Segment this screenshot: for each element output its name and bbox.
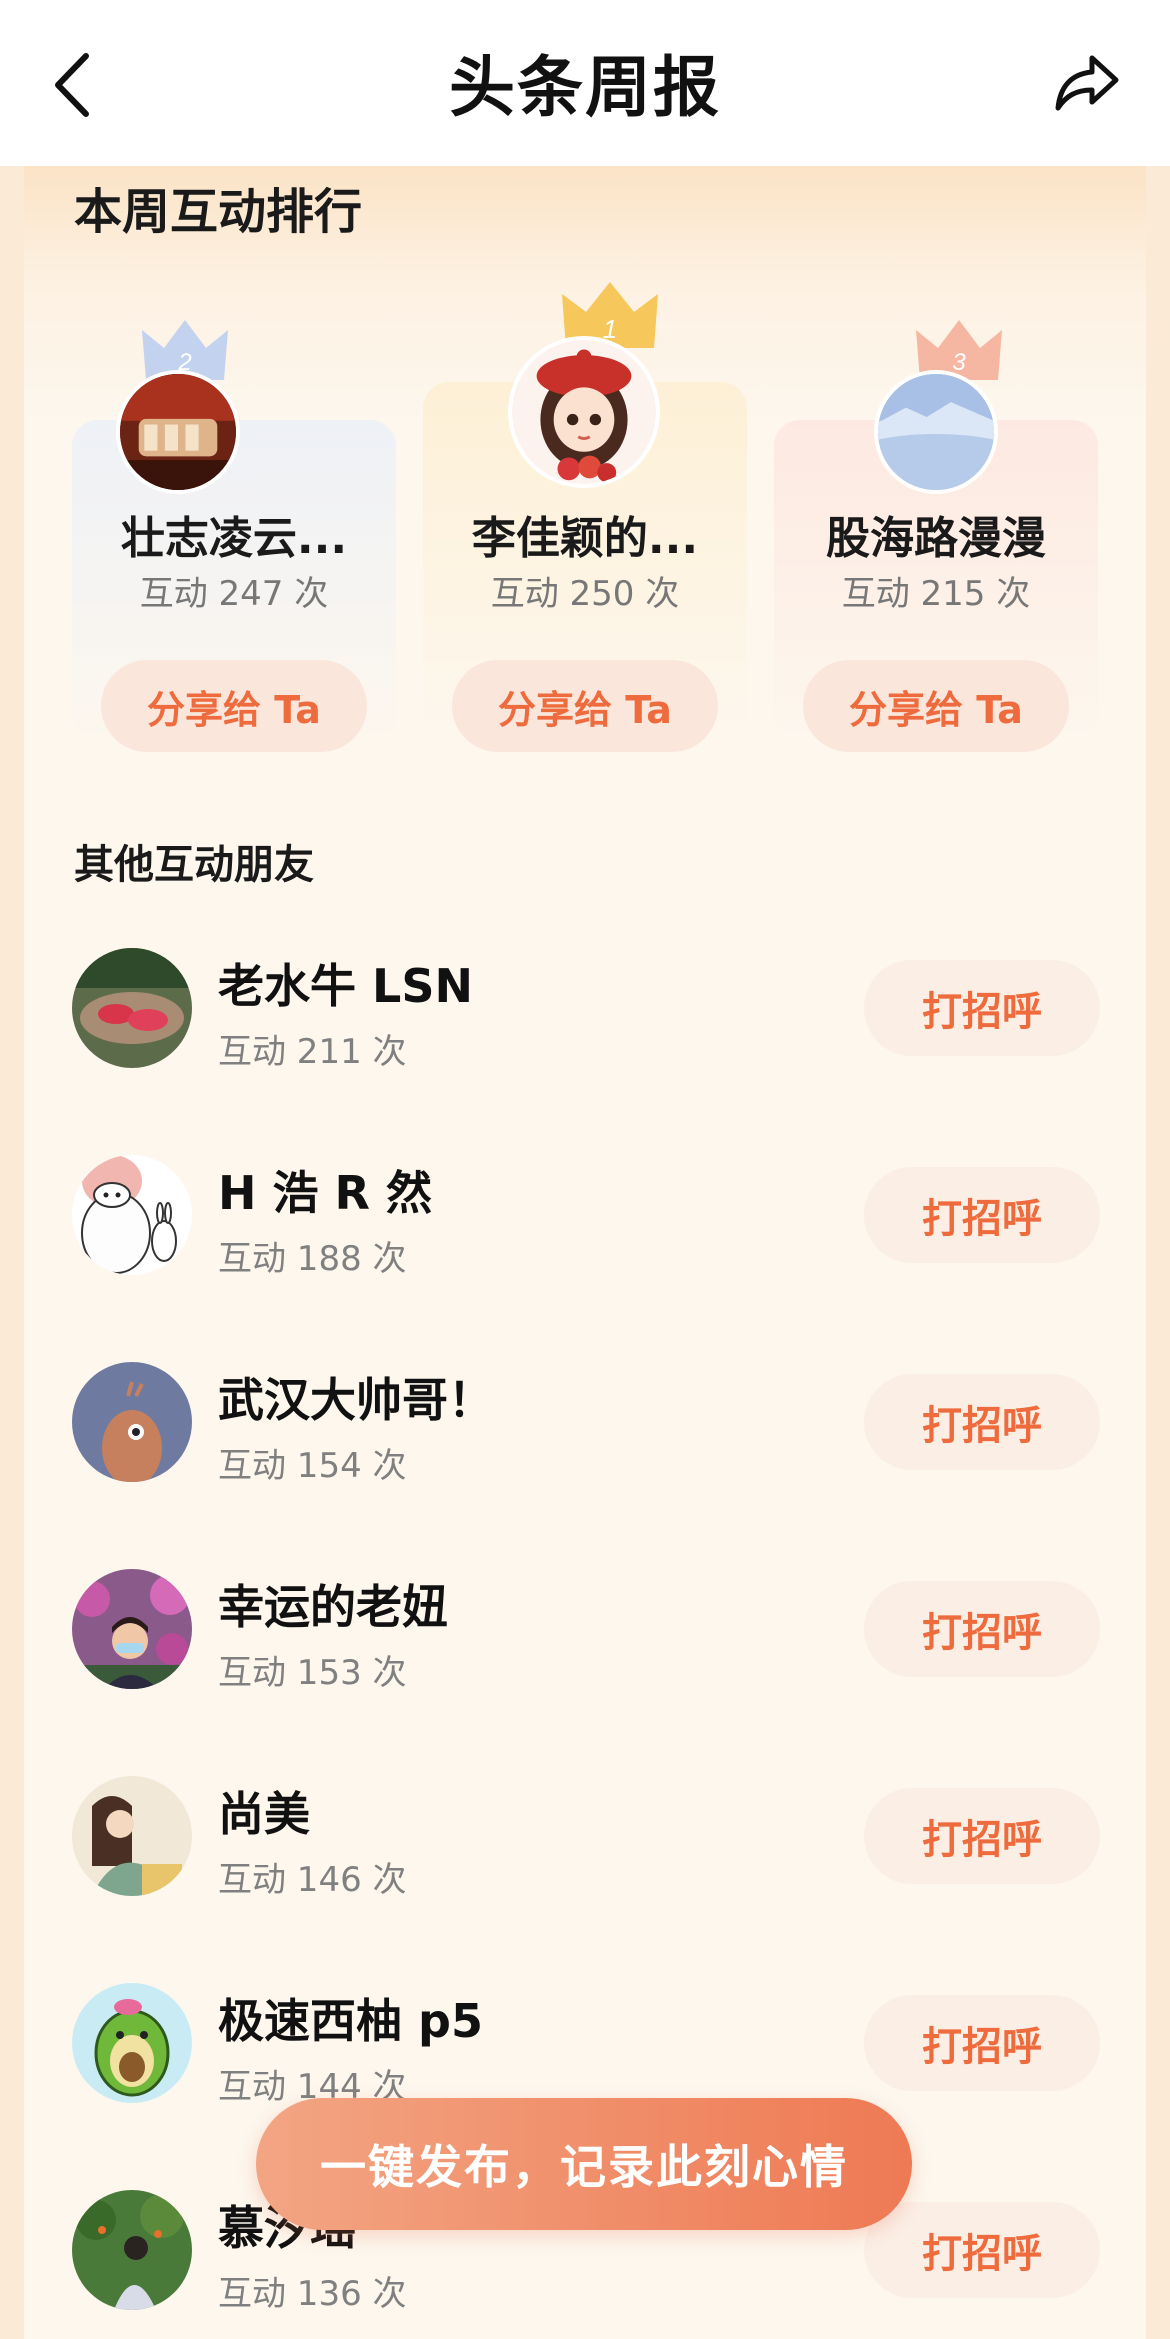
- say-hi-button[interactable]: 打招呼: [864, 1995, 1100, 2091]
- friend-name: 尚美: [218, 1787, 310, 1841]
- podium-name-rank-1: 李佳颖的...: [471, 513, 699, 564]
- avatar[interactable]: [72, 1983, 192, 2103]
- friend-name: 武汉大帅哥！: [218, 1373, 494, 1427]
- avatar[interactable]: [72, 2190, 192, 2310]
- list-item: 老水牛 LSN 互动 211 次 打招呼: [24, 948, 1146, 1155]
- avatar[interactable]: [72, 948, 192, 1068]
- ranking-title: 本周互动排行: [74, 184, 363, 240]
- interaction-count: 互动 153 次: [218, 1653, 407, 1693]
- list-item: 尚美 互动 146 次 打招呼: [24, 1776, 1146, 1983]
- avatar-rank-2[interactable]: [116, 370, 240, 494]
- list-item: 幸运的老妞 互动 153 次 打招呼: [24, 1569, 1146, 1776]
- page-title: 头条周报: [449, 49, 721, 126]
- share-button-rank-3[interactable]: 分享给 Ta: [803, 660, 1069, 752]
- podium-count-rank-3: 互动 215 次: [841, 574, 1031, 614]
- say-hi-button[interactable]: 打招呼: [864, 2202, 1100, 2298]
- share-button-rank-2[interactable]: 分享给 Ta: [101, 660, 367, 752]
- interaction-count: 互动 188 次: [218, 1239, 407, 1279]
- interaction-count: 互动 136 次: [218, 2274, 407, 2314]
- friend-name: 幸运的老妞: [218, 1580, 448, 1634]
- friend-name: 老水牛 LSN: [218, 959, 473, 1013]
- share-button-rank-1[interactable]: 分享给 Ta: [452, 660, 718, 752]
- top-nav-bar: 头条周报: [0, 0, 1170, 166]
- list-item: H 浩 R 然 互动 188 次 打招呼: [24, 1155, 1146, 1362]
- interaction-count: 互动 146 次: [218, 1860, 407, 1900]
- say-hi-button[interactable]: 打招呼: [864, 1167, 1100, 1263]
- say-hi-button[interactable]: 打招呼: [864, 960, 1100, 1056]
- share-arrow-icon[interactable]: [1054, 52, 1120, 112]
- one-click-publish-button[interactable]: 一键发布，记录此刻心情: [256, 2098, 912, 2230]
- avatar-rank-1[interactable]: [508, 336, 660, 488]
- friend-name: 极速西柚 p5: [218, 1994, 483, 2048]
- podium-name-rank-3: 股海路漫漫: [826, 513, 1046, 564]
- say-hi-button[interactable]: 打招呼: [864, 1788, 1100, 1884]
- podium-count-rank-1: 互动 250 次: [490, 574, 680, 614]
- list-item: 武汉大帅哥！ 互动 154 次 打招呼: [24, 1362, 1146, 1569]
- avatar-rank-3[interactable]: [874, 370, 998, 494]
- others-title: 其他互动朋友: [74, 842, 314, 888]
- weekly-report-card: 本周互动排行 2 壮志凌云... 互动 247 次 分享给 Ta 1 李佳颖的.…: [24, 166, 1146, 2339]
- avatar[interactable]: [72, 1776, 192, 1896]
- avatar[interactable]: [72, 1155, 192, 1275]
- say-hi-button[interactable]: 打招呼: [864, 1581, 1100, 1677]
- podium-name-rank-2: 壮志凌云...: [120, 513, 348, 564]
- podium-count-rank-2: 互动 247 次: [139, 574, 329, 614]
- friend-name: H 浩 R 然: [218, 1166, 432, 1220]
- say-hi-button[interactable]: 打招呼: [864, 1374, 1100, 1470]
- avatar[interactable]: [72, 1569, 192, 1689]
- interaction-count: 互动 154 次: [218, 1446, 407, 1486]
- interaction-count: 互动 211 次: [218, 1032, 407, 1072]
- avatar[interactable]: [72, 1362, 192, 1482]
